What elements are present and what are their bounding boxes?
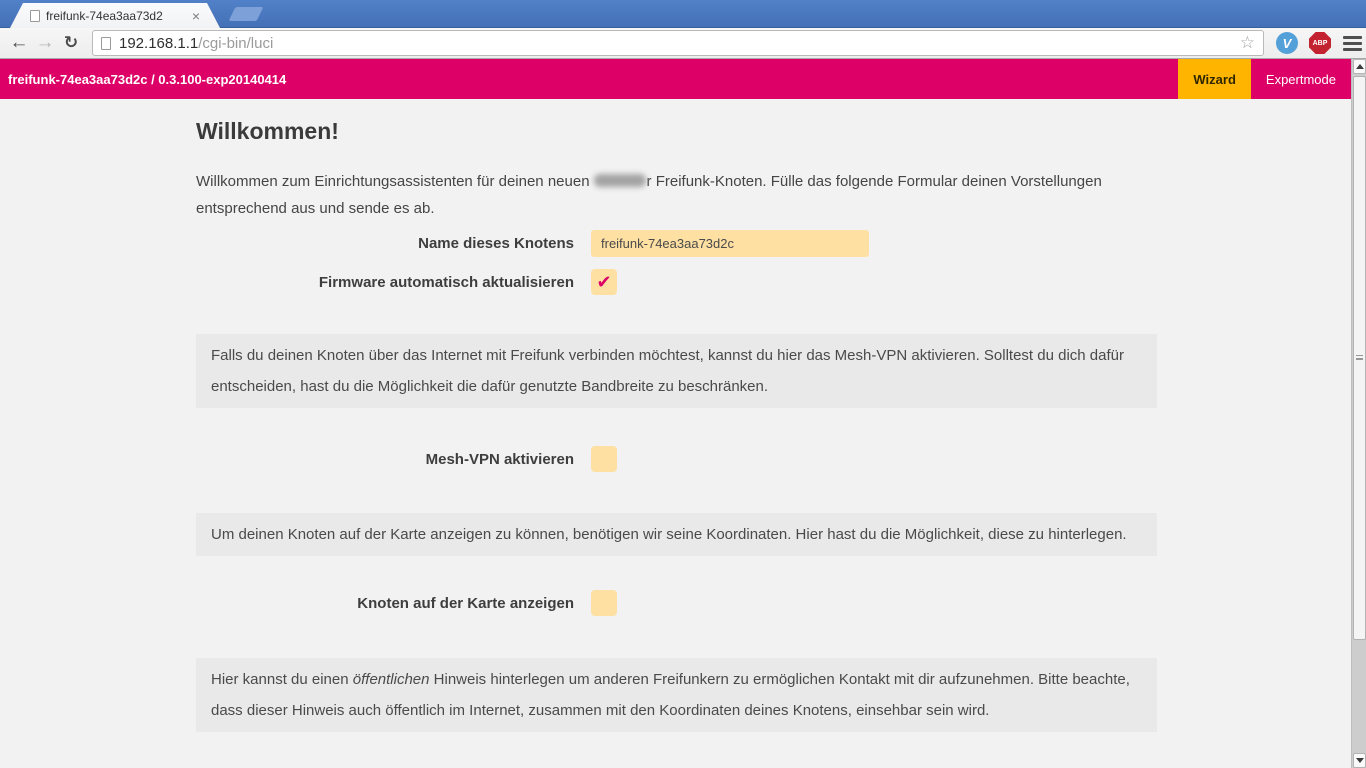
page-title: Willkommen! [196,118,1157,145]
autoupdate-checkbox[interactable]: ✔ [591,269,617,295]
redacted-community-name [594,174,646,187]
intro-paragraph: Willkommen zum Einrichtungsassistenten f… [196,168,1136,222]
blue-v-extension-icon[interactable]: V [1276,32,1298,54]
form-row-map: Knoten auf der Karte anzeigen [196,590,1157,616]
wizard-content: Willkommen! Willkommen zum Einrichtungsa… [196,118,1157,732]
page-viewport: freifunk-74ea3aa73d2c / 0.3.100-exp20140… [0,59,1366,768]
page-favicon-icon [30,10,40,22]
meshvpn-label: Mesh-VPN aktivieren [196,451,574,468]
forward-button: → [32,30,58,56]
checkmark-icon: ✔ [596,273,611,291]
info-box-coordinates: Um deinen Knoten auf der Karte anzeigen … [196,513,1157,556]
contact-text-italic: öffentlichen [353,671,430,688]
bookmark-star-icon[interactable]: ☆ [1240,33,1255,53]
intro-text-before: Willkommen zum Einrichtungsassistenten f… [196,173,590,190]
chrome-menu-icon[interactable] [1343,36,1362,51]
browser-window: freifunk-74ea3aa73d2 × ← → ↻ 192.168.1.1… [0,0,1366,768]
tab-close-icon[interactable]: × [192,9,200,23]
browser-tab[interactable]: freifunk-74ea3aa73d2 × [10,3,220,28]
meshvpn-checkbox[interactable] [591,446,617,472]
site-header: freifunk-74ea3aa73d2c / 0.3.100-exp20140… [0,59,1351,99]
back-button[interactable]: ← [6,30,32,56]
hostname-input[interactable] [591,230,869,257]
hostname-label: Name dieses Knotens [196,235,574,252]
map-checkbox[interactable] [591,590,617,616]
tab-strip: freifunk-74ea3aa73d2 × [0,0,1366,28]
autoupdate-label: Firmware automatisch aktualisieren [196,274,574,291]
page-security-icon[interactable] [101,37,111,50]
url-text[interactable]: 192.168.1.1/cgi-bin/luci [119,35,1240,52]
scrollbar-thumb[interactable] [1353,76,1366,640]
new-tab-button[interactable] [229,7,264,21]
map-label: Knoten auf der Karte anzeigen [196,595,574,612]
url-host: 192.168.1.1 [119,35,198,52]
header-nav: Wizard Expertmode [1178,59,1351,99]
scrollbar-down-arrow[interactable] [1353,753,1366,768]
scrollbar-up-arrow[interactable] [1353,59,1366,74]
info-box-meshvpn: Falls du deinen Knoten über das Internet… [196,334,1157,408]
browser-toolbar: ← → ↻ 192.168.1.1/cgi-bin/luci ☆ V ABP [0,28,1366,59]
url-path: /cgi-bin/luci [198,35,273,52]
tab-title: freifunk-74ea3aa73d2 [46,9,188,23]
info-box-contact: Hier kannst du einen öffentlichen Hinwei… [196,658,1157,732]
address-bar[interactable]: 192.168.1.1/cgi-bin/luci ☆ [92,30,1264,56]
nav-tab-wizard[interactable]: Wizard [1178,59,1251,99]
contact-text-before: Hier kannst du einen [211,671,353,688]
form-row-hostname: Name dieses Knotens [196,230,1157,257]
scrollbar[interactable] [1351,59,1366,768]
site-title: freifunk-74ea3aa73d2c / 0.3.100-exp20140… [0,72,1178,87]
nav-tab-expertmode[interactable]: Expertmode [1251,59,1351,99]
reload-button[interactable]: ↻ [58,30,84,56]
form-row-autoupdate: Firmware automatisch aktualisieren ✔ [196,269,1157,295]
adblock-plus-icon[interactable]: ABP [1309,32,1331,54]
scrollbar-grip-icon [1356,355,1363,360]
form-row-meshvpn: Mesh-VPN aktivieren [196,446,1157,472]
